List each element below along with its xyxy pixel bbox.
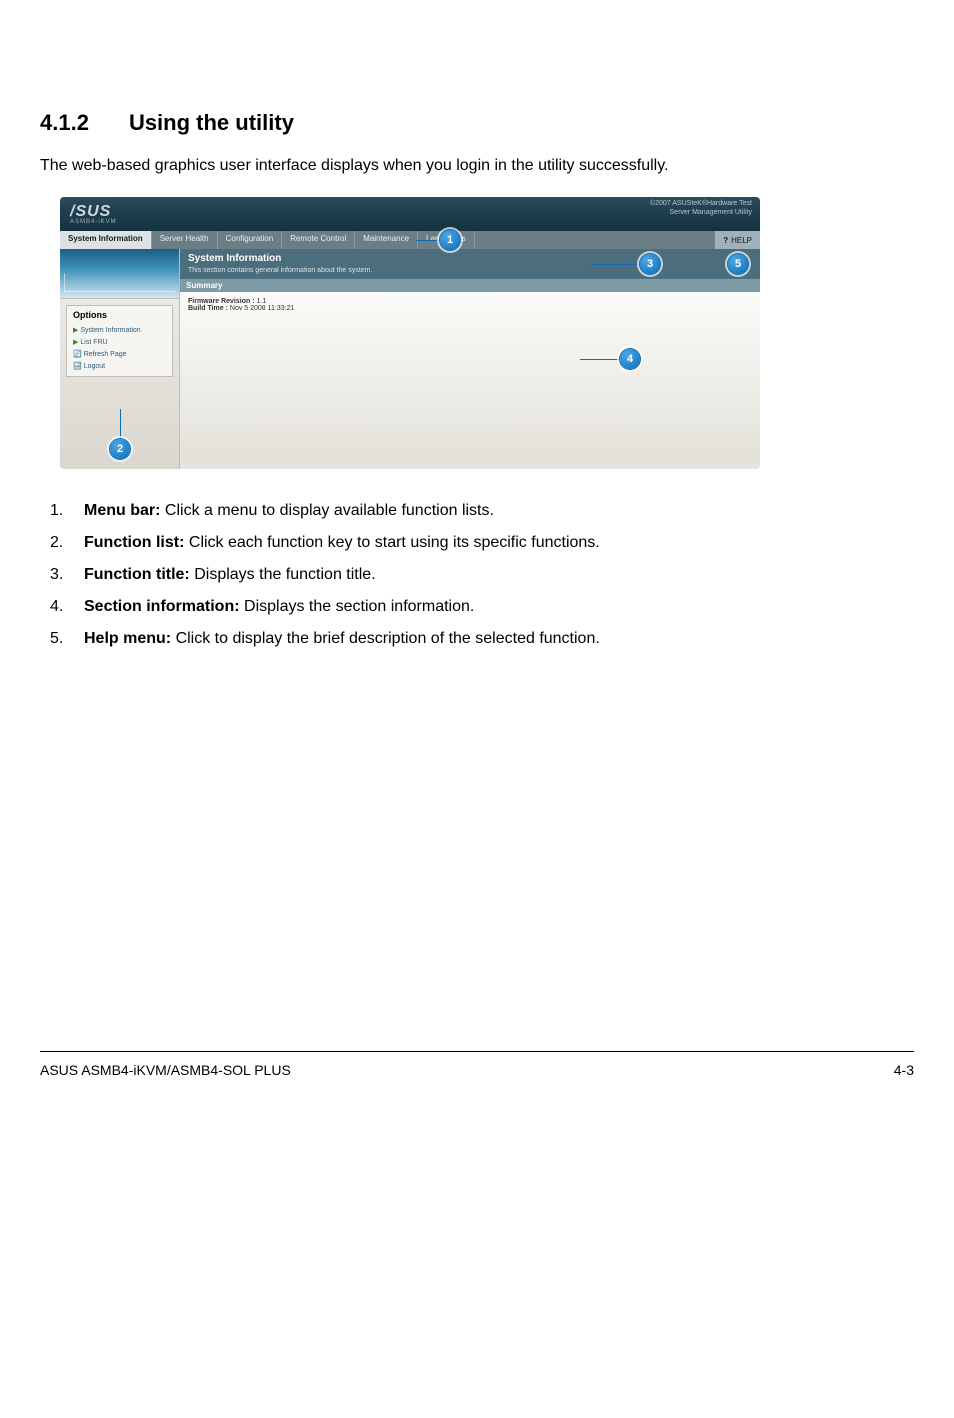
function-title-subtitle: This section contains general informatio… [188,267,372,274]
legend-rest: Click a menu to display available functi… [160,502,494,519]
function-title-bar: System Information This section contains… [180,249,760,279]
product-subtitle: ASMB4-iKVM [70,219,750,225]
tab-server-health[interactable]: Server Health [152,231,218,249]
info-label: Build Time : [188,305,228,312]
legend-bold: Function list: [84,534,184,551]
sidebar-item-refresh-page[interactable]: 🔄Refresh Page [73,348,166,360]
footer-left: ASUS ASMB4-iKVM/ASMB4-SOL PLUS [40,1062,291,1078]
legend-rest: Displays the function title. [190,566,376,583]
sidebar-item-label: Refresh Page [84,351,127,358]
section-number: 4.1.2 [40,110,89,136]
summary-bar: Summary [180,279,760,292]
legend-number: 3. [50,563,84,587]
help-label: HELP [731,236,752,245]
asus-logo-text: /SUS [70,203,111,220]
legend-item: 1. Menu bar: Click a menu to display ava… [50,499,914,523]
utility-screenshot: /SUS ASMB4-iKVM ©2007 ASUSteK®Hardware T… [60,197,760,469]
sidebar-item-list-fru[interactable]: ▶List FRU [73,336,166,348]
section-title: Using the utility [129,110,294,135]
triangle-icon: ▶ [73,327,78,334]
info-row: Build Time : Nov 5 2008 11:33:21 [188,305,752,312]
legend-item: 5. Help menu: Click to display the brief… [50,627,914,651]
sidebar-item-label: List FRU [80,339,107,346]
refresh-icon: 🔄 [73,351,82,358]
sidebar-heading: Options [73,310,166,320]
function-title-text: System Information [188,253,752,264]
sidebar-item-label: Logout [84,363,105,370]
help-icon: ? [723,236,728,245]
copyright-line: Server Management Utility [650,208,752,217]
legend-list: 1. Menu bar: Click a menu to display ava… [40,499,914,651]
tab-configuration[interactable]: Configuration [218,231,283,249]
legend-rest: Displays the section information. [240,598,475,615]
legend-bold: Menu bar: [84,502,160,519]
intro-paragraph: The web-based graphics user interface di… [40,154,914,177]
legend-item: 3. Function title: Displays the function… [50,563,914,587]
copyright-corner: ©2007 ASUSteK®Hardware Test Server Manag… [650,199,752,217]
legend-number: 1. [50,499,84,523]
logout-icon: 🔚 [73,363,82,370]
info-label: Firmware Revision : [188,298,255,305]
section-heading: 4.1.2 Using the utility [40,110,914,136]
sidebar-thumbnail [60,249,179,299]
legend-number: 5. [50,627,84,651]
triangle-icon: ▶ [73,339,78,346]
legend-number: 4. [50,595,84,619]
copyright-line: ©2007 ASUSteK®Hardware Test [650,199,752,208]
legend-bold: Function title: [84,566,190,583]
legend-rest: Click each function key to start using i… [184,534,599,551]
info-value: 1.1 [256,298,266,305]
help-button[interactable]: ? HELP [715,231,760,249]
footer-right: 4-3 [894,1062,914,1078]
screenshot-header: /SUS ASMB4-iKVM ©2007 ASUSteK®Hardware T… [60,197,760,231]
callout-lead [120,409,121,439]
sidebar-options-box: Options ▶System Information ▶List FRU 🔄R… [66,305,173,377]
section-information-panel: Firmware Revision : 1.1 Build Time : Nov… [180,292,760,462]
sidebar-item-system-information[interactable]: ▶System Information [73,324,166,336]
tab-remote-control[interactable]: Remote Control [282,231,355,249]
legend-item: 2. Function list: Click each function ke… [50,531,914,555]
sidebar-item-logout[interactable]: 🔚Logout [73,360,166,372]
legend-number: 2. [50,531,84,555]
info-row: Firmware Revision : 1.1 [188,298,752,305]
legend-rest: Click to display the brief description o… [171,630,600,647]
legend-bold: Help menu: [84,630,171,647]
sidebar-item-label: System Information [80,327,140,334]
tab-maintenance[interactable]: Maintenance [355,231,418,249]
page-footer: ASUS ASMB4-iKVM/ASMB4-SOL PLUS 4-3 [40,1051,914,1118]
legend-item: 4. Section information: Displays the sec… [50,595,914,619]
callout-lead [580,359,620,360]
main-panel: System Information This section contains… [180,249,760,469]
info-value: Nov 5 2008 11:33:21 [230,305,294,312]
menu-bar: System Information Server Health Configu… [60,231,760,249]
callout-lead [416,240,440,241]
tab-system-information[interactable]: System Information [60,231,152,249]
legend-bold: Section information: [84,598,240,615]
callout-lead [590,264,640,265]
